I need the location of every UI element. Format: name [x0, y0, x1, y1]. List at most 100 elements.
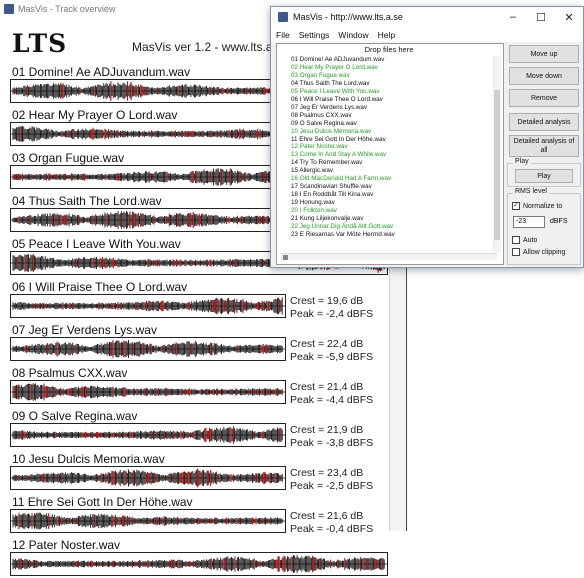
track-title: 08 Psalmus CXX.wav: [12, 366, 128, 380]
normalize-row[interactable]: ✓ Normalize to: [512, 202, 562, 210]
normalize-value-input[interactable]: -23: [513, 216, 545, 228]
move-down-button[interactable]: Move down: [509, 67, 579, 85]
file-list-item[interactable]: 08 Psalmus CXX.wav: [291, 112, 491, 120]
file-list-scroll-thumb[interactable]: [494, 90, 500, 240]
track-stats: Crest = 23,4 dB Peak = -2,5 dBFS: [290, 467, 373, 493]
file-list-hscrollbar[interactable]: [281, 253, 497, 260]
track-title: 02 Hear My Prayer O Lord.wav: [12, 108, 178, 122]
menu-help[interactable]: Help: [375, 30, 401, 40]
crest-value: Crest = 21,4 dB: [290, 381, 364, 393]
track-row: 10 Jesu Dulcis Memoria.wav Crest = 23,4 d…: [0, 449, 404, 492]
allow-clipping-label: Allow clipping: [523, 248, 566, 256]
file-list-item[interactable]: 11 Ehre Sei Gott In Der Höhe.wav: [291, 136, 491, 144]
version-label: MasVis ver 1.2 - www.lts.a.se: [132, 40, 289, 54]
track-overview-scrollbar[interactable]: [389, 242, 406, 531]
file-list-item[interactable]: 15 Allergic.wav: [291, 167, 491, 175]
file-list-item[interactable]: 22 Jeg Unnar Dig Ändå Allt Gott.wav: [291, 223, 491, 231]
file-list-item[interactable]: 20 I Folkton.wav: [291, 207, 491, 215]
track-waveform: [10, 509, 286, 533]
track-waveform: [10, 466, 286, 490]
track-stats: Crest = 21,6 dB Peak = -0,4 dBFS: [290, 510, 373, 536]
file-list-item[interactable]: 19 Honung.wav: [291, 199, 491, 207]
menu-settings[interactable]: Settings: [296, 30, 336, 40]
file-list-item[interactable]: 23 E Riesarnas Var Möte Herrnd.wav: [291, 231, 491, 239]
auto-row[interactable]: Auto: [512, 236, 537, 244]
play-button[interactable]: Play: [515, 169, 573, 183]
crest-value: Crest = 21,9 dB: [290, 424, 364, 436]
play-group-title: Play: [513, 158, 531, 165]
auto-checkbox[interactable]: [512, 236, 520, 244]
file-list-item[interactable]: 12 Pater Noster.wav: [291, 143, 491, 151]
remove-button[interactable]: Remove: [509, 89, 579, 107]
dialog-title: MasVis - http://www.lts.a.se: [293, 12, 403, 22]
close-icon[interactable]: ✕: [555, 7, 583, 27]
track-row: 08 Psalmus CXX.wav Crest = 21,4 dB Peak = …: [0, 363, 404, 406]
menu-bar: File Settings Window Help: [271, 27, 583, 42]
track-title: 10 Jesu Dulcis Memoria.wav: [12, 452, 165, 466]
crest-value: Crest = 19,6 dB: [290, 295, 364, 307]
track-stats: Crest = 21,9 dB Peak = -3,8 dBFS: [290, 424, 373, 450]
track-title: 12 Pater Noster.wav: [12, 538, 121, 552]
track-title: 01 Domine! Ae ADJuvandum.wav: [12, 65, 191, 79]
file-list-item[interactable]: 17 Scandinavian Shuffle.wav: [291, 183, 491, 191]
file-list-item[interactable]: 10 Jesu Dulcis Memoria.wav: [291, 128, 491, 136]
track-title: 06 I Will Praise Thee O Lord.wav: [12, 280, 188, 294]
masvis-app-icon: [278, 12, 288, 22]
file-list-item[interactable]: 07 Jeg Er Verdens Lys.wav: [291, 104, 491, 112]
track-title: 09 O Salve Regina.wav: [12, 409, 138, 423]
file-list-hscroll-thumb[interactable]: [283, 255, 288, 260]
track-row: 11 Ehre Sei Gott In Der Höhe.wav Crest = …: [0, 492, 404, 535]
normalize-label: Normalize to: [523, 202, 563, 210]
file-list-item[interactable]: 02 Hear My Prayer O Lord.wav: [291, 64, 491, 72]
track-title: 04 Thus Saith The Lord.wav: [12, 194, 162, 208]
track-title: 11 Ehre Sei Gott In Der Höhe.wav: [12, 495, 193, 509]
file-list-vscrollbar[interactable]: [493, 56, 501, 252]
allow-clipping-row[interactable]: Allow clipping: [512, 248, 565, 256]
track-waveform: [10, 380, 286, 404]
detailed-analysis-all-button[interactable]: Detailed analysis of all: [509, 135, 579, 157]
file-list-item[interactable]: 06 I Will Praise Thee O Lord.wav: [291, 96, 491, 104]
normalize-unit-label: dBFS: [550, 218, 568, 225]
menu-file[interactable]: File: [273, 30, 296, 40]
allow-clipping-checkbox[interactable]: [512, 248, 520, 256]
file-list-item[interactable]: 21 Kung Liljekonvalje.wav: [291, 215, 491, 223]
file-list-item[interactable]: 14 Try To Remember.wav: [291, 159, 491, 167]
track-row: 12 Pater Noster.wav: [0, 535, 404, 578]
track-stats: Crest = 19,6 dB Peak = -2,4 dBFS: [290, 295, 373, 321]
crest-value: Crest = 23,4 dB: [290, 467, 364, 479]
masvis-dialog: MasVis - http://www.lts.a.se – ☐ ✕ File …: [270, 6, 584, 268]
crest-value: Crest = 21,6 dB: [290, 510, 364, 522]
minimize-icon[interactable]: –: [499, 7, 527, 27]
normalize-checkbox[interactable]: ✓: [512, 202, 520, 210]
track-row: 09 O Salve Regina.wav Crest = 21,9 dB Peak…: [0, 406, 404, 449]
track-stats: Crest = 21,4 dB Peak = -4,4 dBFS: [290, 381, 373, 407]
track-overview-title: MasVis - Track overview: [18, 4, 116, 14]
track-title: 05 Peace I Leave With You.wav: [12, 237, 181, 251]
file-list-item[interactable]: 18 I En Roddbåt Till Kina.wav: [291, 191, 491, 199]
file-list-item[interactable]: 03 Organ Fugue.wav: [291, 72, 491, 80]
track-waveform: [10, 552, 388, 576]
file-list[interactable]: 01 Domine! Ae ADJuvandum.wav 02 Hear My P…: [291, 56, 491, 252]
file-list-item[interactable]: 01 Domine! Ae ADJuvandum.wav: [291, 56, 491, 64]
detailed-analysis-button[interactable]: Detailed analysis: [509, 113, 579, 131]
file-list-item[interactable]: 04 Thus Saith The Lord.wav: [291, 80, 491, 88]
track-stats: Crest = 22,4 dB Peak = -5,9 dBFS: [290, 338, 373, 364]
crest-value: Crest = 22,4 dB: [290, 338, 364, 350]
file-list-item[interactable]: 16 Old MacDonald Had A Farm.wav: [291, 175, 491, 183]
track-title: 03 Organ Fugue.wav: [12, 151, 125, 165]
file-list-item[interactable]: 09 O Salve Regina.wav: [291, 120, 491, 128]
masvis-app-icon: [4, 4, 14, 14]
track-waveform: [10, 337, 286, 361]
file-drop-panel[interactable]: Drop files here 01 Domine! Ae ADJuvandum…: [276, 43, 504, 265]
rms-level-group-title: RMS level: [513, 188, 549, 195]
rms-level-group: RMS level ✓ Normalize to -23 dBFS Auto A…: [507, 188, 581, 265]
file-list-item[interactable]: 05 Peace I Leave With You.wav: [291, 88, 491, 96]
track-waveform: [10, 423, 286, 447]
menu-window[interactable]: Window: [335, 30, 374, 40]
maximize-icon[interactable]: ☐: [527, 7, 555, 27]
dialog-titlebar[interactable]: MasVis - http://www.lts.a.se – ☐ ✕: [271, 7, 583, 27]
file-list-item[interactable]: 13 Come In And Stay A While.wav: [291, 151, 491, 159]
background-window-edge: [406, 262, 584, 531]
move-up-button[interactable]: Move up: [509, 45, 579, 63]
auto-label: Auto: [523, 236, 538, 244]
